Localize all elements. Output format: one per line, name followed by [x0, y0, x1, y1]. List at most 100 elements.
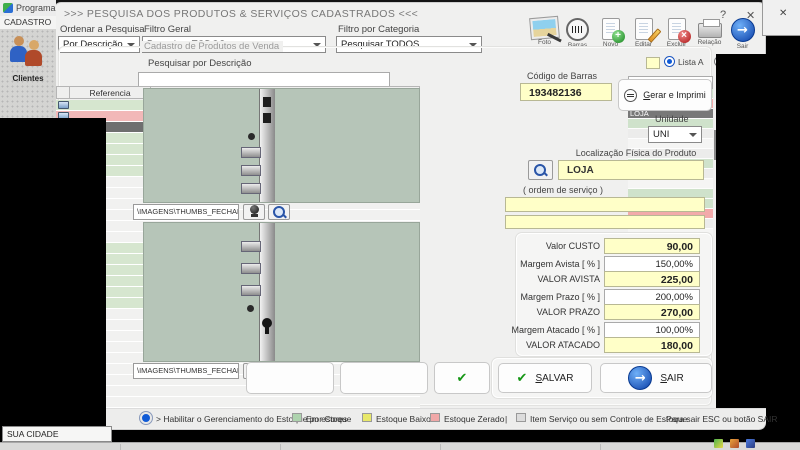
doc-edit-icon: [634, 18, 661, 43]
desktop: >>> PESQUISA DOS PRODUTOS & SERVIÇOS CAD…: [0, 0, 800, 450]
stock-colors-radio[interactable]: [140, 412, 152, 424]
barcode-generate-icon: [624, 88, 638, 102]
location-search-button[interactable]: [528, 160, 553, 180]
background-window-fragment: ✕: [762, 0, 800, 36]
legend-label: Estoque Baixo: [376, 414, 431, 424]
table-header-icon-col: [56, 86, 70, 99]
price-value-field[interactable]: 200,00%: [604, 289, 700, 305]
blue-arrow-icon: [628, 366, 653, 390]
cadastro-group-title: Cadastro de Produtos de Venda: [140, 41, 284, 52]
taskbar-icon[interactable]: [730, 439, 739, 448]
desktop-black-area: [716, 54, 800, 408]
background-window-title: Programa: [16, 3, 56, 13]
barcode-icon: [566, 18, 589, 41]
printer-icon: [697, 19, 722, 38]
unit-label: Unidade: [655, 114, 689, 124]
lock-faceplate: [259, 223, 275, 361]
physical-location-label: Localização Física do Produto: [575, 148, 697, 158]
background-window: Programa CADASTRO Clientes: [0, 0, 56, 118]
legend-color-swatch: [292, 413, 302, 422]
table-header-referencia: Referencia: [69, 86, 151, 99]
price-label: Valor CUSTO: [545, 241, 600, 251]
close-icon[interactable]: ✕: [779, 8, 787, 19]
legend-label: Estoque Zerado: [444, 414, 505, 424]
magnifier-icon: [272, 205, 287, 220]
image-path-field-top[interactable]: \IMAGENS\THUMBS_FECHAD: [133, 204, 239, 220]
clientes-label: Clientes: [12, 74, 44, 83]
price-label: Margem Prazo [ % ]: [520, 292, 600, 302]
hidden-button[interactable]: [246, 362, 334, 394]
main-dialog-title: >>> PESQUISA DOS PRODUTOS & SERVIÇOS CAD…: [64, 8, 419, 20]
toolbar-button-label: Relação: [697, 39, 722, 46]
zoom-image-button[interactable]: [268, 204, 290, 220]
legend-separator: |: [505, 414, 508, 424]
price-value-field[interactable]: 90,00: [604, 238, 700, 254]
desktop-black-area: [0, 118, 106, 428]
legend-label: Item Serviço ou sem Controle de Estoque: [530, 414, 688, 424]
category-filter-label: Filtro por Categoria: [338, 24, 420, 35]
taskbar[interactable]: [0, 439, 800, 450]
taskbar-icon[interactable]: [746, 439, 755, 448]
camera-icon: [247, 205, 261, 218]
price-value-field[interactable]: 225,00: [604, 271, 700, 287]
pencil-icon: [647, 28, 661, 43]
barcode-value-field[interactable]: 193482136: [520, 83, 612, 101]
status-bar-city: SUA CIDADE: [2, 426, 112, 442]
detail-line-1[interactable]: [505, 197, 705, 212]
search-input[interactable]: [138, 72, 390, 87]
price-value-field[interactable]: 150,00%: [604, 256, 700, 272]
magnifier-icon: [533, 163, 548, 178]
general-filter-label: Filtro Geral: [144, 24, 191, 35]
plus-icon: +: [611, 30, 625, 43]
price-value-field[interactable]: 270,00: [604, 304, 700, 320]
product-photo-bottom: [143, 222, 420, 362]
app-icon: [3, 3, 13, 13]
product-photo-top: [143, 88, 420, 203]
webcam-button[interactable]: [243, 204, 265, 220]
keyhole: [262, 318, 272, 334]
exit-hint: Para sair ESC ou botão SAIR: [666, 414, 778, 424]
legend-color-swatch: [430, 413, 440, 422]
product-row-icon: [58, 101, 69, 109]
background-window-titlebar: Programa: [0, 0, 56, 16]
price-label: Margem Avista [ % ]: [520, 259, 600, 269]
photo-icon: [529, 15, 560, 41]
detail-line-2[interactable]: [505, 215, 705, 229]
ordem-servico-label: ( ordem de serviço ): [522, 185, 603, 195]
hidden-button[interactable]: [340, 362, 428, 394]
check-icon: [517, 370, 528, 386]
lista-a-label: Lista A: [678, 57, 704, 67]
order-filter-label: Ordenar a Pesquisa: [60, 24, 145, 35]
legend-color-swatch: [362, 413, 372, 422]
price-label: Margem Atacado [ % ]: [511, 325, 600, 335]
toolbar-button-label: Sair: [736, 43, 749, 50]
doc-new-icon: +: [601, 18, 625, 43]
search-by-description-label: Pesquisar por Descrição: [148, 58, 252, 69]
menu-cadastro[interactable]: CADASTRO: [0, 16, 56, 29]
price-value-field[interactable]: 100,00%: [604, 322, 700, 338]
sair-button[interactable]: SAIR: [600, 363, 712, 393]
price-label: VALOR PRAZO: [536, 307, 600, 317]
toolbar-button-sair[interactable]: Sair: [726, 18, 759, 54]
exit-icon: [730, 18, 755, 42]
hidden-button[interactable]: [434, 362, 490, 394]
physical-location-field[interactable]: LOJA: [558, 160, 704, 180]
toolbar-button-label: Foto: [537, 39, 551, 46]
price-label: VALOR ATACADO: [525, 340, 600, 350]
image-path-field-bottom[interactable]: \IMAGENS\THUMBS_FECHAD: [133, 363, 239, 379]
check-icon: [457, 370, 468, 386]
lista-a-radio[interactable]: [664, 56, 675, 67]
generate-print-button[interactable]: Gerar e Imprimi: [618, 79, 712, 111]
price-value-field[interactable]: 180,00: [604, 337, 700, 353]
unit-select[interactable]: UNI: [648, 126, 702, 143]
chevron-down-icon: [689, 133, 697, 141]
legend-label: Em estoque: [306, 414, 352, 424]
taskbar-icon[interactable]: [714, 439, 723, 448]
doc-delete-icon: ×: [667, 18, 691, 43]
clientes-button[interactable]: Clientes: [3, 32, 53, 94]
table-row[interactable]: [56, 397, 420, 408]
location-row[interactable]: [628, 179, 713, 189]
small-yellow-chip: [646, 57, 660, 69]
salvar-button[interactable]: SALVAR: [498, 363, 592, 393]
barcode-label: Código de Barras: [526, 71, 597, 81]
